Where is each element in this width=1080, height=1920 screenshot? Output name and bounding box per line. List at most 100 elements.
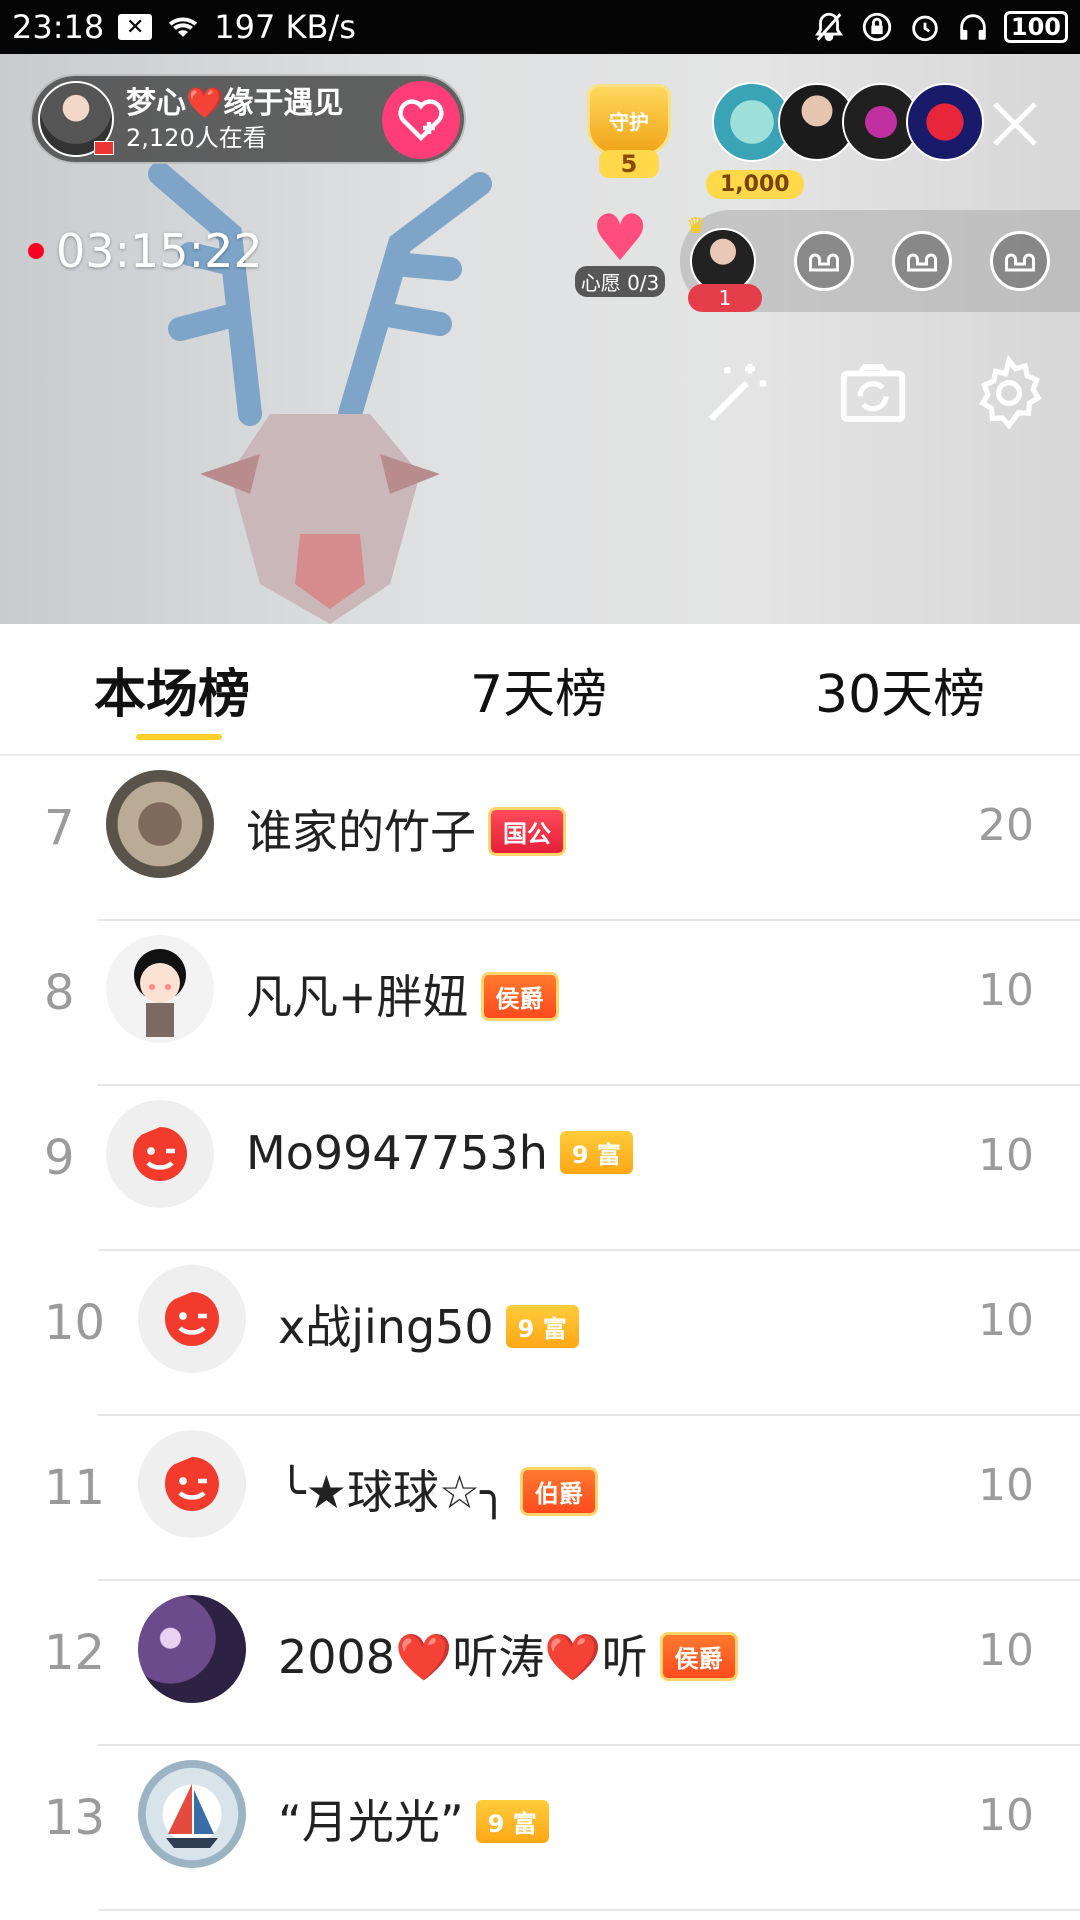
user-name-text: Mo9947753h	[246, 1126, 548, 1180]
user-score: 10	[978, 1625, 1034, 1676]
user-score: 10	[978, 965, 1034, 1016]
user-name-text: 谁家的竹子	[246, 805, 476, 859]
user-name: 谁家的竹子 国公	[246, 796, 566, 862]
divider	[98, 1909, 1080, 1911]
user-avatar[interactable]	[138, 1430, 246, 1538]
noble-badge: 国公	[488, 807, 566, 856]
table-row[interactable]: 9 Mo9947753h 9 富 10	[0, 1086, 1080, 1251]
noble-badge: 伯爵	[519, 1467, 598, 1516]
user-score: 10	[978, 1790, 1034, 1841]
ranking-list: 7 谁家的竹子 国公 20 8 凡凡+胖妞 侯爵 10 9 Mo9947753h 9 …	[0, 756, 1080, 1911]
user-name: “月光光” 9 富	[278, 1786, 549, 1852]
default-face-icon	[133, 1127, 187, 1181]
wish-list[interactable]: ♥ 心愿 0/3	[565, 204, 675, 297]
rank-number: 13	[44, 1790, 106, 1846]
guard-badge[interactable]: 守护 5	[583, 84, 675, 194]
user-avatar[interactable]	[138, 1595, 246, 1703]
timer-text: 03:15:22	[56, 224, 263, 278]
user-avatar[interactable]	[138, 1760, 246, 1868]
switch-camera-icon[interactable]	[834, 354, 912, 432]
heart-plus-icon	[398, 99, 444, 142]
wealth-badge: 9 富	[559, 1131, 633, 1174]
host-avatar[interactable]	[38, 81, 114, 157]
tab-30-days[interactable]: 30天榜	[815, 652, 985, 727]
table-row[interactable]: 7 谁家的竹子 国公 20	[0, 756, 1080, 921]
user-avatar[interactable]	[106, 770, 214, 878]
user-avatar[interactable]	[106, 935, 214, 1043]
deer-head-decoration	[148, 162, 492, 624]
user-score: 10	[978, 1460, 1034, 1511]
live-timer: 03:15:22	[28, 224, 263, 278]
user-name-text: ╰★球球☆╮	[278, 1465, 508, 1519]
sofa-icon	[907, 253, 937, 272]
empty-seat[interactable]	[990, 231, 1050, 291]
empty-seat[interactable]	[892, 231, 952, 291]
user-name: x战jing50 9 富	[278, 1291, 579, 1357]
default-face-icon	[165, 1292, 219, 1346]
mic-seats[interactable]: ♛ 1	[680, 210, 1080, 312]
wealth-badge: 9 富	[505, 1305, 579, 1348]
sofa-icon	[1005, 253, 1035, 272]
crown-icon: ♛	[686, 214, 706, 239]
table-row[interactable]: 13 “月光光” 9 富 10	[0, 1746, 1080, 1911]
wish-label: 心愿 0/3	[574, 266, 666, 297]
user-name-text: x战jing50	[278, 1300, 494, 1354]
settings-gear-icon[interactable]	[970, 354, 1048, 432]
user-score: 10	[978, 1130, 1034, 1181]
close-icon[interactable]	[985, 94, 1045, 154]
lock-rotation-icon	[862, 12, 892, 42]
user-name: 凡凡+胖妞 侯爵	[246, 961, 559, 1027]
rank-number: 12	[44, 1625, 106, 1681]
battery-icon: 100	[1003, 11, 1068, 43]
contribution-count: 1,000	[706, 170, 804, 199]
headphones-icon	[960, 14, 986, 40]
sailboat-icon	[166, 1784, 218, 1848]
top-viewers[interactable]: 1,000	[706, 82, 984, 199]
empty-seat[interactable]	[794, 231, 854, 291]
heart-icon: ♥	[591, 202, 649, 276]
mic-host-avatar[interactable]: ♛ 1	[686, 214, 762, 312]
user-name: 2008❤️听涛❤️听 侯爵	[278, 1621, 738, 1687]
user-name: Mo9947753h 9 富	[246, 1126, 633, 1180]
wifi-icon	[169, 17, 198, 37]
flag-icon	[94, 141, 114, 155]
rank-number: 10	[44, 1295, 106, 1351]
alarm-icon	[912, 15, 938, 42]
tab-7-days[interactable]: 7天榜	[470, 652, 607, 727]
status-time: 23:18	[12, 8, 105, 46]
active-tab-indicator	[136, 734, 222, 740]
table-row[interactable]: 8 凡凡+胖妞 侯爵 10	[0, 921, 1080, 1086]
table-row[interactable]: 10 x战jing50 9 富 10	[0, 1251, 1080, 1416]
live-video-stage[interactable]: 梦心❤️缘于遇见 2,120人在看 守护 5 1,000 03:15:22 ♥ …	[0, 54, 1080, 624]
host-info-pill[interactable]: 梦心❤️缘于遇见 2,120人在看	[30, 74, 466, 164]
ranking-tabs: 本场榜 7天榜 30天榜	[0, 624, 1080, 756]
default-face-icon	[165, 1457, 219, 1511]
sofa-icon	[809, 253, 839, 272]
mute-bell-icon	[814, 12, 843, 42]
rank-number: 7	[44, 800, 75, 856]
rank-number: 8	[44, 965, 75, 1021]
user-avatar[interactable]	[138, 1265, 246, 1373]
mic-number: 1	[688, 284, 762, 312]
user-score: 20	[978, 800, 1034, 851]
table-row[interactable]: 12 2008❤️听涛❤️听 侯爵 10	[0, 1581, 1080, 1746]
user-name-text: “月光光”	[278, 1795, 464, 1849]
rank-number: 11	[44, 1460, 106, 1516]
viewer-count: 2,120人在看	[126, 124, 267, 152]
tab-current-session[interactable]: 本场榜	[94, 652, 250, 727]
user-name-text: 2008❤️听涛❤️听	[278, 1630, 648, 1684]
user-avatar[interactable]	[106, 1100, 214, 1208]
table-row[interactable]: 11 ╰★球球☆╮ 伯爵 10	[0, 1416, 1080, 1581]
recording-dot-icon	[28, 243, 44, 259]
cartoon-girl-icon	[134, 949, 186, 1037]
wealth-badge: 9 富	[475, 1800, 549, 1843]
user-name: ╰★球球☆╮ 伯爵	[278, 1456, 598, 1522]
guard-count: 5	[599, 150, 659, 178]
rank-number: 9	[44, 1130, 75, 1186]
host-name: 梦心❤️缘于遇见	[126, 86, 344, 121]
noble-badge: 侯爵	[659, 1632, 738, 1681]
viewer-avatar[interactable]	[906, 83, 984, 161]
user-name-text: 凡凡+胖妞	[246, 970, 469, 1024]
magic-wand-icon[interactable]	[698, 354, 776, 432]
follow-button[interactable]	[382, 81, 460, 159]
